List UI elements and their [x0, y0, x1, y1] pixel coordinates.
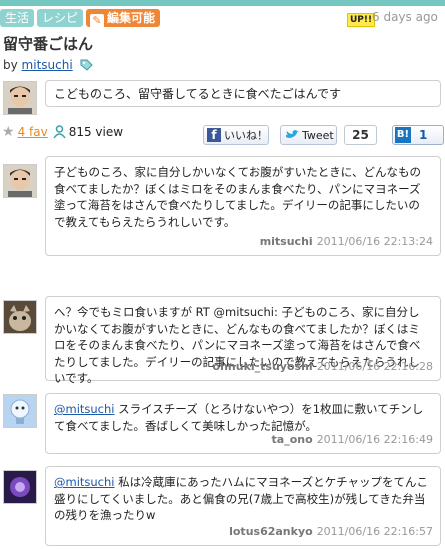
hatena-count: 1: [419, 128, 428, 142]
updated-time: 6 days ago: [372, 10, 438, 24]
comment-text-wrap: @mitsuchi スライスチーズ（とろけないやつ）を1枚皿に敷いてチンして食べ…: [54, 401, 430, 434]
author-avatar[interactable]: [3, 81, 37, 115]
comment-user[interactable]: ohnuki_tsuyoshi: [213, 360, 313, 373]
facebook-icon: f: [207, 128, 221, 142]
page-title: 留守番ごはん: [3, 35, 94, 53]
comment-avatar-mitsuchi[interactable]: [3, 164, 37, 198]
hatena-bookmark-icon: B!: [395, 127, 411, 143]
comment-mention[interactable]: @mitsuchi: [54, 475, 115, 489]
comment-avatar-lotus62ankyo[interactable]: [3, 470, 37, 504]
comment-meta: ta_ono 2011/06/16 22:16:49: [272, 432, 433, 449]
comment-user[interactable]: lotus62ankyo: [229, 525, 313, 538]
comment-item: へ？今でもミロ食いますが RT @mitsuchi: 子どものころ、家に自分しか…: [45, 296, 441, 385]
stats-row: ★ 4 fav 815 view: [2, 124, 123, 140]
top-accent-bar: [0, 0, 445, 6]
star-icon[interactable]: ★: [2, 124, 15, 140]
comment-text: 子どものころ、家に自分しかいなくてお腹がすいたときに、どんなもの食べてましたか？…: [54, 165, 421, 229]
up-badge: UP!!: [347, 13, 376, 27]
tag-recipe[interactable]: レシピ: [37, 9, 84, 27]
tweet-count: 25: [344, 125, 377, 145]
comment-avatar-ohnuki[interactable]: [3, 300, 37, 334]
hatena-bookmark-button[interactable]: B! 1: [392, 125, 444, 145]
tag-editable-label: 編集可能: [107, 11, 156, 25]
comment-meta: lotus62ankyo 2011/06/16 22:16:57: [229, 524, 433, 541]
comment-time: 2011/06/16 22:16:49: [316, 432, 433, 446]
comment-meta: ohnuki_tsuyoshi 2011/06/16 22:16:28: [213, 359, 433, 376]
tweet-label: Tweet: [302, 128, 334, 142]
comment-time: 2011/06/16 22:16:57: [316, 524, 433, 538]
comment-item: @mitsuchi 私は冷蔵庫にあったハムにマヨネーズとケチャップをてんこ盛りに…: [45, 466, 441, 546]
tag-editable[interactable]: ✎ 編集可能: [86, 9, 161, 28]
fav-link[interactable]: 4 fav: [18, 125, 48, 139]
twitter-bird-icon: [286, 130, 299, 138]
comment-meta: mitsuchi 2011/06/16 22:13:24: [260, 234, 433, 251]
tag-life[interactable]: 生活: [0, 9, 35, 27]
comment-time: 2011/06/16 22:16:28: [316, 359, 433, 373]
tweet-button[interactable]: Tweet: [280, 125, 337, 145]
comment-time: 2011/06/16 22:13:24: [316, 234, 433, 248]
comment-user[interactable]: ta_ono: [272, 433, 313, 446]
facebook-like-button[interactable]: f いいね！: [203, 125, 269, 145]
person-icon: [53, 125, 66, 139]
pencil-icon: ✎: [90, 14, 105, 28]
comment-mention[interactable]: @mitsuchi: [54, 402, 115, 416]
byline-prefix: by: [3, 58, 18, 72]
comment-avatar-ta-ono[interactable]: [3, 394, 37, 428]
author-link[interactable]: mitsuchi: [22, 58, 73, 72]
comment-user[interactable]: mitsuchi: [260, 235, 313, 248]
comment-text-wrap: @mitsuchi 私は冷蔵庫にあったハムにマヨネーズとケチャップをてんこ盛りに…: [54, 474, 430, 524]
tag-list: 生活 レシピ ✎ 編集可能: [0, 9, 161, 28]
byline: by mitsuchi: [3, 58, 93, 72]
description-box: こどものころ、留守番してるときに食べたごはんです: [45, 80, 441, 107]
view-count: 815 view: [68, 125, 124, 139]
comment-item: @mitsuchi スライスチーズ（とろけないやつ）を1枚皿に敷いてチンして食べ…: [45, 393, 441, 454]
tag-icon[interactable]: [80, 59, 93, 71]
facebook-like-label: いいね！: [224, 129, 268, 142]
comment-item: 子どものころ、家に自分しかいなくてお腹がすいたときに、どんなもの食べてましたか？…: [45, 156, 441, 256]
